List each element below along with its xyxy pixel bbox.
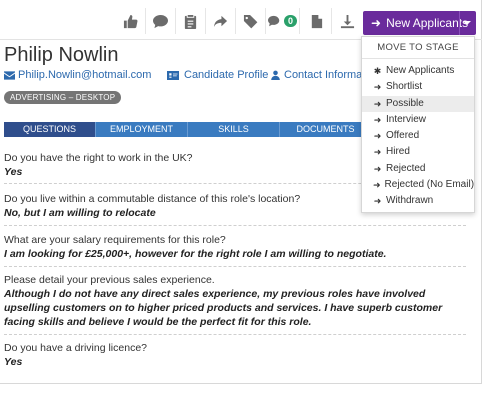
- caret-down-icon[interactable]: [463, 21, 471, 25]
- envelope-icon: [4, 70, 15, 80]
- email-text: Philip.Nowlin@hotmail.com: [18, 69, 152, 81]
- thumbs-up-icon: [123, 14, 138, 28]
- question-block: Do you have a driving licence? Yes: [4, 341, 466, 369]
- question-text: What are your salary requirements for th…: [4, 234, 226, 246]
- move-stage-dropdown: MOVE TO STAGE ✱ New Applicants ➜ Shortli…: [361, 36, 475, 213]
- divider: [4, 225, 466, 226]
- arrow-right-icon: ➜: [373, 131, 382, 142]
- arrow-right-icon: ➜: [373, 98, 382, 109]
- candidate-profile-link[interactable]: Candidate Profile: [167, 69, 268, 81]
- comment-icon: [153, 14, 168, 28]
- stage-option-offered[interactable]: ➜ Offered: [362, 128, 474, 144]
- stage-button-label: New Applicants: [386, 16, 469, 30]
- download-icon: [340, 14, 354, 28]
- stage-option-rejected-no-email[interactable]: ➜ Rejected (No Email): [362, 177, 474, 193]
- stage-option-label: Shortlist: [386, 81, 423, 93]
- divider: [4, 266, 466, 267]
- stage-option-label: Withdrawn: [386, 195, 434, 207]
- email-link[interactable]: Philip.Nowlin@hotmail.com: [4, 69, 151, 81]
- candidate-name: Philip Nowlin: [4, 44, 119, 66]
- toolbar: 0 ➜ New Applicants: [0, 0, 482, 40]
- tag-icon: [243, 14, 258, 28]
- answer-text: I am looking for £25,000+, however for t…: [4, 248, 387, 260]
- stage-option-withdrawn[interactable]: ➜ Withdrawn: [362, 193, 474, 209]
- split-divider: [459, 11, 460, 35]
- thumbs-up-button[interactable]: [116, 8, 146, 34]
- share-button[interactable]: [206, 8, 236, 34]
- share-icon: [213, 15, 228, 27]
- stage-option-interview[interactable]: ➜ Interview: [362, 112, 474, 128]
- chat-icon: [267, 15, 280, 26]
- job-tag-badge: ADVERTISING – DESKTOP: [4, 91, 122, 104]
- clipboard-icon: [184, 14, 197, 29]
- question-text: Please detail your previous sales experi…: [4, 274, 215, 286]
- asterisk-icon: ✱: [373, 66, 382, 76]
- candidate-profile-label: Candidate Profile: [184, 69, 269, 81]
- document-icon: [311, 14, 323, 28]
- stage-option-rejected[interactable]: ➜ Rejected: [362, 161, 474, 177]
- dropdown-header: MOVE TO STAGE: [362, 37, 474, 59]
- arrow-right-icon: ➜: [373, 196, 382, 207]
- stage-option-label: Hired: [386, 146, 410, 158]
- clipboard-button[interactable]: [176, 8, 206, 34]
- answer-text: Yes: [4, 356, 23, 368]
- tab-questions[interactable]: QUESTIONS: [4, 122, 96, 137]
- question-block: What are your salary requirements for th…: [4, 233, 466, 261]
- tab-employment[interactable]: EMPLOYMENT: [96, 122, 188, 137]
- arrow-right-icon: ➜: [373, 180, 381, 191]
- document-button[interactable]: [302, 8, 332, 34]
- candidate-page: 0 ➜ New Applicants Philip Nowlin Philip.…: [0, 0, 500, 400]
- arrow-right-icon: ➜: [371, 16, 382, 30]
- download-button[interactable]: [332, 8, 362, 34]
- tab-skills[interactable]: SKILLS: [188, 122, 280, 137]
- stage-option-label: Rejected (No Email): [384, 179, 475, 191]
- stage-option-label: Rejected: [386, 162, 426, 174]
- comment-button[interactable]: [146, 8, 176, 34]
- stage-option-possible[interactable]: ➜ Possible: [362, 95, 474, 112]
- tab-documents[interactable]: DOCUMENTS: [280, 122, 372, 137]
- stage-option-label: New Applicants: [386, 65, 455, 76]
- answer-text: Although I do not have any direct sales …: [4, 288, 443, 328]
- arrow-right-icon: ➜: [373, 114, 382, 125]
- stage-option-new-applicants[interactable]: ✱ New Applicants: [362, 63, 474, 79]
- stage-option-hired[interactable]: ➜ Hired: [362, 144, 474, 160]
- divider: [4, 334, 466, 335]
- stage-option-label: Possible: [386, 97, 424, 109]
- arrow-right-icon: ➜: [373, 82, 382, 93]
- question-block: Please detail your previous sales experi…: [4, 273, 466, 329]
- id-card-icon: [167, 70, 179, 80]
- stage-option-label: Offered: [386, 130, 420, 142]
- stage-option-shortlist[interactable]: ➜ Shortlist: [362, 79, 474, 95]
- tag-button[interactable]: [236, 8, 266, 34]
- user-icon: [271, 70, 280, 80]
- stage-option-label: Interview: [386, 113, 427, 125]
- arrow-right-icon: ➜: [373, 147, 382, 158]
- arrow-right-icon: ➜: [373, 163, 382, 174]
- contact-information-link[interactable]: Contact Informatio: [271, 69, 374, 81]
- move-stage-button[interactable]: ➜ New Applicants: [363, 11, 476, 35]
- chat-button[interactable]: 0: [266, 8, 300, 34]
- question-text: Do you have a driving licence?: [4, 342, 148, 354]
- chat-count-badge: 0: [283, 15, 297, 27]
